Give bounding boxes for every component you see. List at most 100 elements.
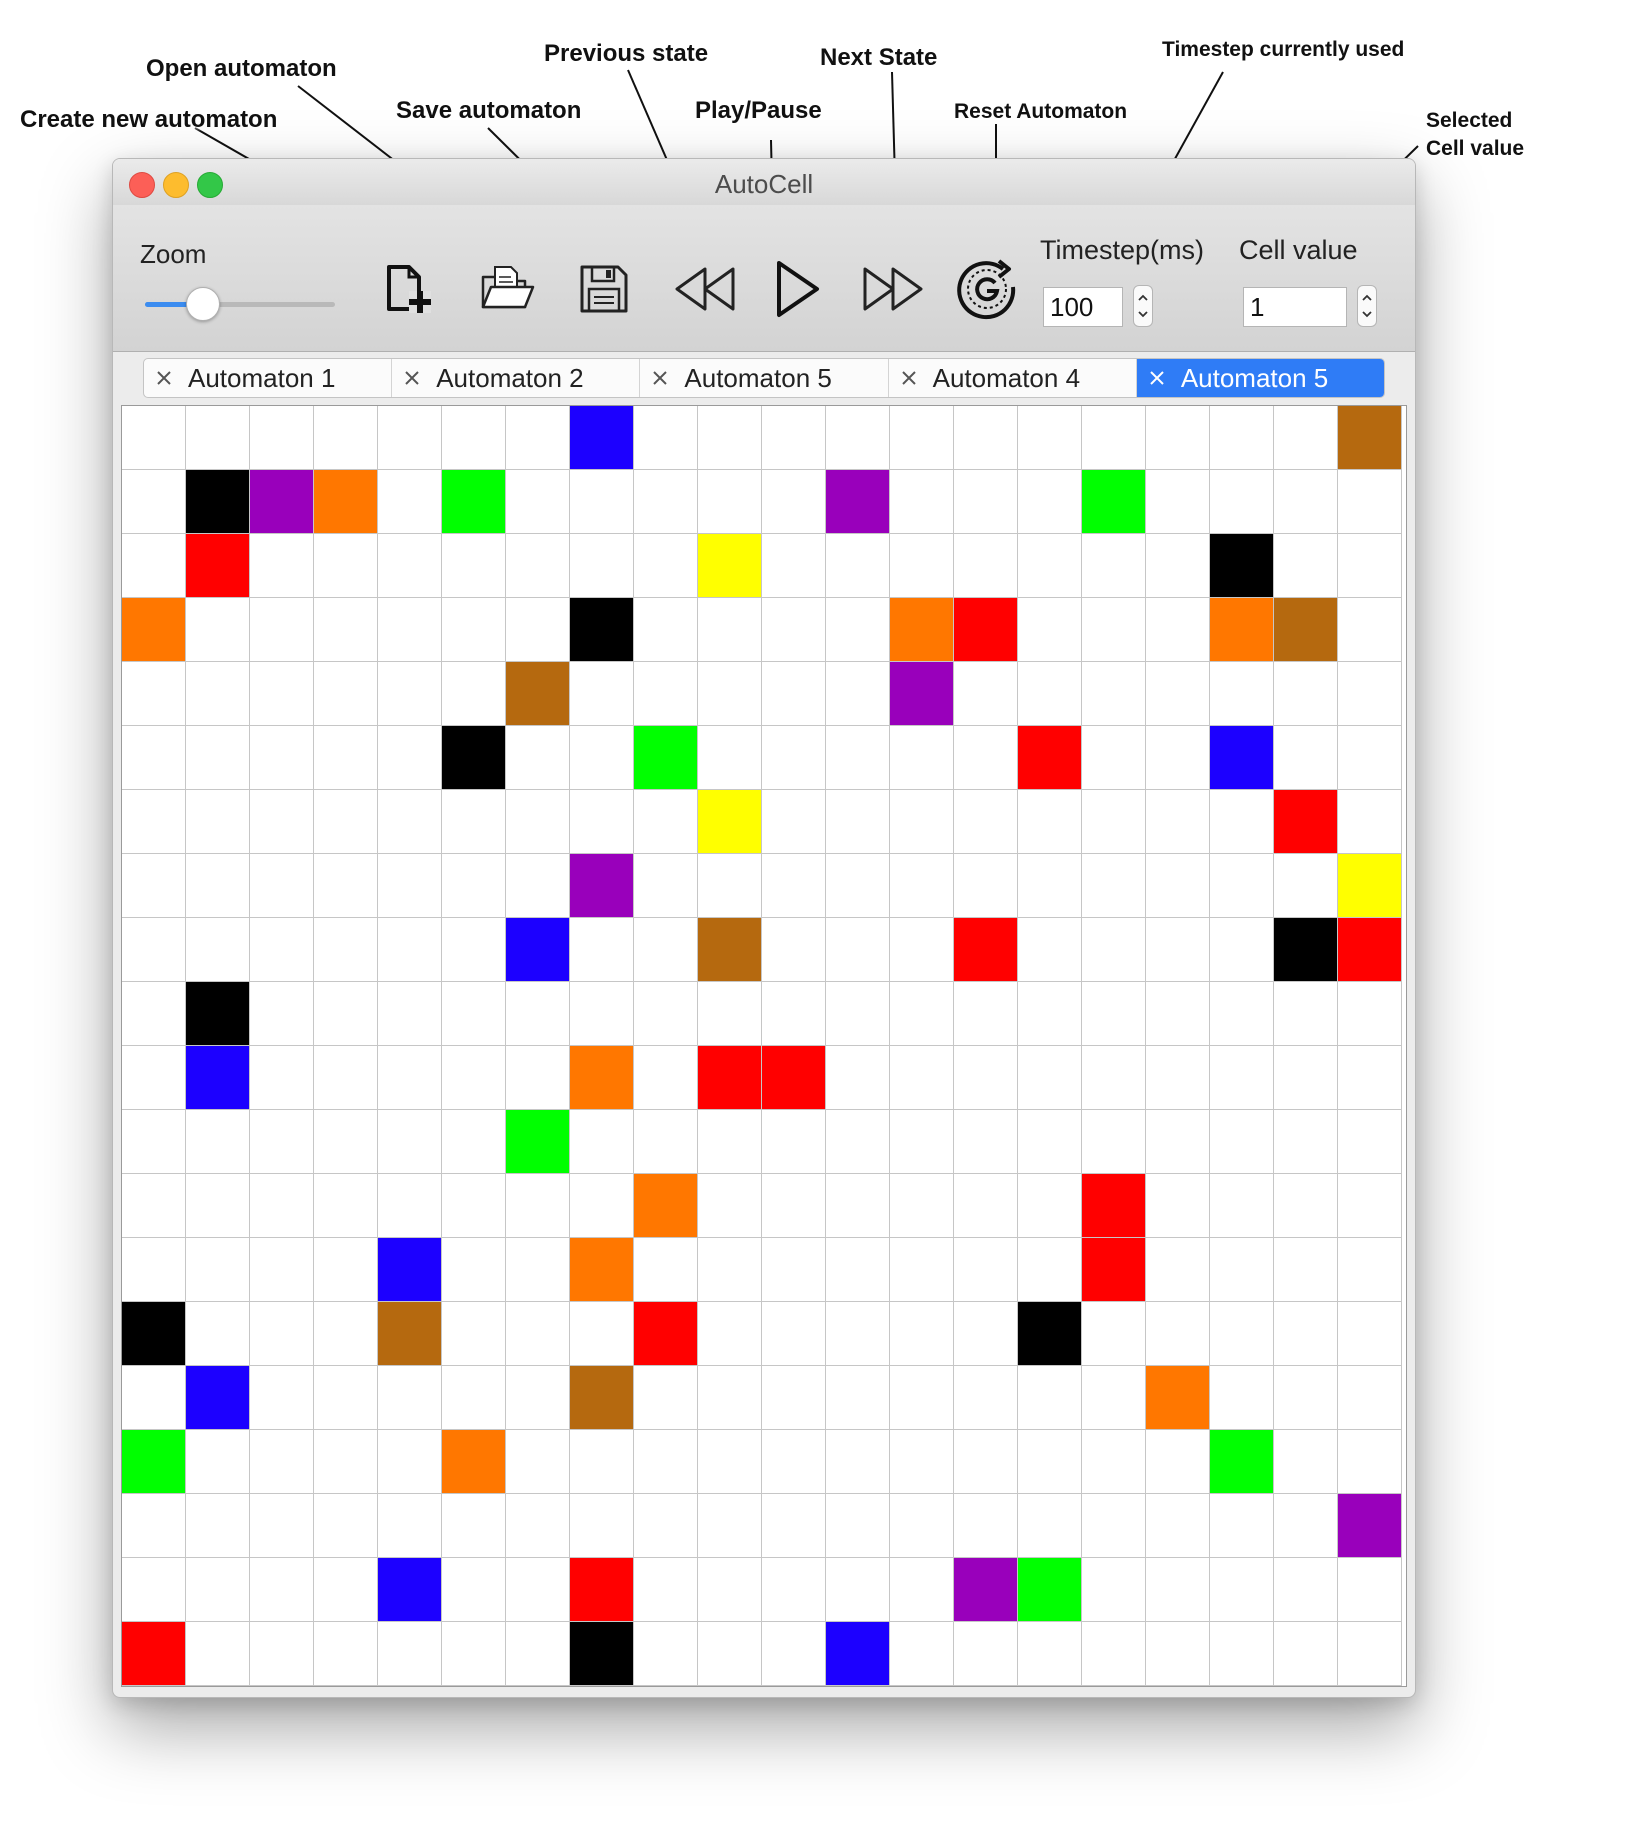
grid-cell-filled[interactable] bbox=[634, 726, 698, 790]
grid-cell-filled[interactable] bbox=[826, 1622, 890, 1686]
grid-cell[interactable] bbox=[250, 1046, 314, 1110]
grid-cell[interactable] bbox=[634, 918, 698, 982]
grid-cell[interactable] bbox=[1018, 790, 1082, 854]
grid-cell[interactable] bbox=[634, 598, 698, 662]
grid-cell[interactable] bbox=[634, 1238, 698, 1302]
grid-cell[interactable] bbox=[954, 1622, 1018, 1686]
grid-cell-filled[interactable] bbox=[698, 790, 762, 854]
grid-cell[interactable] bbox=[442, 1174, 506, 1238]
grid-cell[interactable] bbox=[122, 726, 186, 790]
grid-cell[interactable] bbox=[698, 662, 762, 726]
grid-cell[interactable] bbox=[314, 598, 378, 662]
grid-cell[interactable] bbox=[122, 790, 186, 854]
grid-cell-filled[interactable] bbox=[570, 1622, 634, 1686]
grid-cell[interactable] bbox=[1082, 598, 1146, 662]
grid-cell[interactable] bbox=[1018, 406, 1082, 470]
grid-cell[interactable] bbox=[762, 1558, 826, 1622]
grid-cell[interactable] bbox=[506, 1366, 570, 1430]
grid-cell[interactable] bbox=[1338, 662, 1402, 726]
close-icon[interactable] bbox=[1147, 368, 1167, 388]
grid-cell[interactable] bbox=[890, 1302, 954, 1366]
grid-cell[interactable] bbox=[122, 1046, 186, 1110]
grid-cell[interactable] bbox=[1210, 1238, 1274, 1302]
grid-cell[interactable] bbox=[378, 1110, 442, 1174]
grid-cell[interactable] bbox=[1018, 1622, 1082, 1686]
grid-cell[interactable] bbox=[506, 1494, 570, 1558]
grid-cell[interactable] bbox=[762, 854, 826, 918]
grid-cell[interactable] bbox=[122, 1238, 186, 1302]
grid-cell[interactable] bbox=[1018, 534, 1082, 598]
grid-cell[interactable] bbox=[1210, 982, 1274, 1046]
grid-cell[interactable] bbox=[1274, 1174, 1338, 1238]
grid-cell[interactable] bbox=[826, 1238, 890, 1302]
grid-cell[interactable] bbox=[570, 1110, 634, 1174]
grid-cell[interactable] bbox=[762, 406, 826, 470]
grid-cell[interactable] bbox=[1146, 470, 1210, 534]
close-icon[interactable] bbox=[899, 368, 919, 388]
grid-cell[interactable] bbox=[1210, 470, 1274, 534]
grid-cell[interactable] bbox=[634, 534, 698, 598]
grid-cell[interactable] bbox=[186, 726, 250, 790]
grid-cell[interactable] bbox=[250, 1558, 314, 1622]
grid-cell[interactable] bbox=[1018, 470, 1082, 534]
grid-cell[interactable] bbox=[122, 1494, 186, 1558]
grid-cell[interactable] bbox=[634, 662, 698, 726]
grid-cell[interactable] bbox=[442, 534, 506, 598]
grid-cell[interactable] bbox=[122, 982, 186, 1046]
grid-cell[interactable] bbox=[314, 726, 378, 790]
grid-cell-filled[interactable] bbox=[186, 1366, 250, 1430]
grid-cell[interactable] bbox=[1146, 1174, 1210, 1238]
grid-cell[interactable] bbox=[1338, 534, 1402, 598]
grid-cell-filled[interactable] bbox=[570, 1366, 634, 1430]
grid-cell[interactable] bbox=[762, 1110, 826, 1174]
grid-cell-filled[interactable] bbox=[826, 470, 890, 534]
grid-cell-filled[interactable] bbox=[314, 470, 378, 534]
grid-cell[interactable] bbox=[186, 1430, 250, 1494]
grid-cell[interactable] bbox=[442, 1302, 506, 1366]
grid-cell[interactable] bbox=[314, 1174, 378, 1238]
grid-cell[interactable] bbox=[1146, 1430, 1210, 1494]
grid-cell[interactable] bbox=[954, 1174, 1018, 1238]
grid-cell[interactable] bbox=[442, 1110, 506, 1174]
grid-cell[interactable] bbox=[1146, 1494, 1210, 1558]
grid-cell[interactable] bbox=[954, 726, 1018, 790]
grid-cell[interactable] bbox=[1210, 662, 1274, 726]
grid-cell[interactable] bbox=[1338, 1430, 1402, 1494]
grid-cell[interactable] bbox=[1210, 790, 1274, 854]
grid-cell[interactable] bbox=[442, 598, 506, 662]
grid-cell[interactable] bbox=[698, 470, 762, 534]
grid-cell[interactable] bbox=[698, 1494, 762, 1558]
grid-cell[interactable] bbox=[1082, 406, 1146, 470]
grid-cell[interactable] bbox=[442, 662, 506, 726]
grid-cell[interactable] bbox=[506, 726, 570, 790]
grid-cell[interactable] bbox=[890, 726, 954, 790]
grid-cell[interactable] bbox=[1082, 662, 1146, 726]
grid-cell-filled[interactable] bbox=[1210, 1430, 1274, 1494]
grid-cell[interactable] bbox=[1338, 470, 1402, 534]
grid-cell-filled[interactable] bbox=[698, 534, 762, 598]
grid-cell[interactable] bbox=[698, 854, 762, 918]
grid-cell-filled[interactable] bbox=[1274, 918, 1338, 982]
grid-cell[interactable] bbox=[698, 726, 762, 790]
grid-cell-filled[interactable] bbox=[762, 1046, 826, 1110]
grid-cell[interactable] bbox=[250, 662, 314, 726]
grid-cell-filled[interactable] bbox=[698, 1046, 762, 1110]
grid-cell[interactable] bbox=[250, 1366, 314, 1430]
grid-cell[interactable] bbox=[506, 1302, 570, 1366]
grid-cell-filled[interactable] bbox=[186, 1046, 250, 1110]
grid-cell[interactable] bbox=[250, 1622, 314, 1686]
grid-cell[interactable] bbox=[1146, 854, 1210, 918]
grid-cell[interactable] bbox=[1018, 982, 1082, 1046]
grid-cell[interactable] bbox=[1210, 854, 1274, 918]
grid-cell-filled[interactable] bbox=[378, 1558, 442, 1622]
grid-cell[interactable] bbox=[378, 1494, 442, 1558]
grid-cell[interactable] bbox=[250, 854, 314, 918]
grid-cell[interactable] bbox=[698, 1366, 762, 1430]
grid-cell[interactable] bbox=[890, 1110, 954, 1174]
grid-cell[interactable] bbox=[314, 1366, 378, 1430]
grid-cell-filled[interactable] bbox=[890, 598, 954, 662]
grid-cell[interactable] bbox=[506, 534, 570, 598]
grid-cell[interactable] bbox=[1018, 662, 1082, 726]
grid-cell[interactable] bbox=[506, 406, 570, 470]
grid-cell[interactable] bbox=[314, 982, 378, 1046]
